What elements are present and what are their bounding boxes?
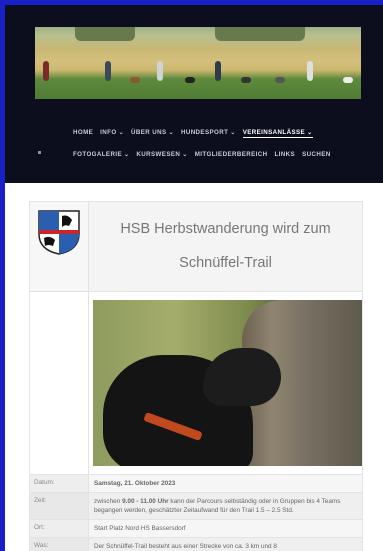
chevron-down-icon[interactable]: ⌄: [124, 152, 129, 158]
nav-item-home[interactable]: HOME: [73, 129, 93, 138]
event-title-cell: HSB Herbstwanderung wird zum Schnüffel-T…: [88, 201, 363, 292]
logo-cell: [29, 201, 89, 292]
nav-item-über-uns[interactable]: ÜBER UNS ⌄: [131, 129, 174, 138]
nav-item-label: FOTOGALERIE: [73, 151, 122, 158]
event-content: HSB Herbstwanderung wird zum Schnüffel-T…: [29, 201, 363, 551]
nav-item-vereinsanlässe[interactable]: VEREINSANLÄSSE ⌄: [242, 129, 313, 138]
nav-item-label: LINKS: [274, 151, 296, 158]
chevron-down-icon[interactable]: ⌄: [307, 130, 312, 136]
event-detail-row: Was: Der Schnüffel-Trail besteht aus eine…: [29, 537, 363, 551]
nav-item-label: HUNDESPORT: [180, 129, 229, 136]
nav-item-label: VEREINSANLÄSSE: [242, 129, 306, 136]
chevron-down-icon[interactable]: ⌄: [169, 130, 174, 136]
nav-item-label: INFO: [100, 129, 117, 136]
chevron-down-icon[interactable]: ⌄: [119, 130, 124, 136]
nav-item-label: ÜBER UNS: [131, 129, 167, 136]
detail-label: Ort:: [29, 519, 89, 538]
detail-value: Samstag, 21. Oktober 2023: [88, 474, 363, 493]
club-logo-icon: [38, 210, 80, 255]
nav-item-label: SUCHEN: [302, 151, 331, 158]
detail-label: Was:: [29, 537, 89, 551]
detail-value: zwischen 9.00 - 11.00 Uhr kann der Parco…: [88, 492, 363, 520]
nav-item-links[interactable]: LINKS: [275, 151, 296, 158]
nav-item-label: KURSWESEN: [136, 151, 181, 158]
dog-sniffing-tree-photo: [93, 300, 362, 466]
menu-dot-icon[interactable]: [38, 151, 41, 154]
nav-item-suchen[interactable]: SUCHEN: [302, 151, 331, 158]
nav-item-hundesport[interactable]: HUNDESPORT ⌄: [181, 129, 236, 138]
nav-item-info[interactable]: INFO ⌄: [100, 129, 124, 138]
event-title-line-1: HSB Herbstwanderung wird zum: [120, 221, 331, 237]
nav-row-2: FOTOGALERIE ⌄ KURSWESEN ⌄ MITGLIEDERBEREICH L…: [73, 151, 373, 158]
nav-item-label: HOME: [73, 129, 94, 136]
main-navigation: HOME INFO ⌄ ÜBER UNS ⌄ HUNDESPORT ⌄ VEREINSANLÄ…: [73, 129, 373, 171]
nav-item-mitgliederbereich[interactable]: MITGLIEDERBEREICH: [195, 151, 268, 158]
chevron-down-icon[interactable]: ⌄: [182, 152, 187, 158]
detail-label: Datum:: [29, 474, 89, 493]
nav-item-kurswesen[interactable]: KURSWESEN ⌄: [136, 151, 187, 158]
site-header: HOME INFO ⌄ ÜBER UNS ⌄ HUNDESPORT ⌄ VEREINSANLÄ…: [5, 5, 383, 183]
event-table: HSB Herbstwanderung wird zum Schnüffel-T…: [29, 201, 363, 551]
nav-item-label: MITGLIEDERBEREICH: [194, 151, 268, 158]
detail-label: Zeit:: [29, 492, 89, 520]
nav-item-fotogalerie[interactable]: FOTOGALERIE ⌄: [73, 151, 129, 158]
event-photo-cell: [88, 291, 363, 475]
page-frame: HOME INFO ⌄ ÜBER UNS ⌄ HUNDESPORT ⌄ VEREINSANLÄ…: [5, 5, 383, 551]
nav-row-1: HOME INFO ⌄ ÜBER UNS ⌄ HUNDESPORT ⌄ VEREINSANLÄ…: [73, 129, 373, 138]
event-detail-row: Zeit: zwischen 9.00 - 11.00 Uhr kann der …: [29, 492, 363, 520]
chevron-down-icon[interactable]: ⌄: [230, 130, 235, 136]
header-banner-image: [35, 27, 361, 99]
event-detail-row: Datum: Samstag, 21. Oktober 2023: [29, 474, 363, 493]
event-title-line-2: Schnüffel-Trail: [179, 255, 272, 271]
detail-value: Start Platz Nord HS Bassersdorf: [88, 519, 363, 538]
event-detail-row: Ort: Start Platz Nord HS Bassersdorf: [29, 519, 363, 538]
detail-value: Der Schnüffel-Trail besteht aus einer St…: [88, 537, 363, 551]
